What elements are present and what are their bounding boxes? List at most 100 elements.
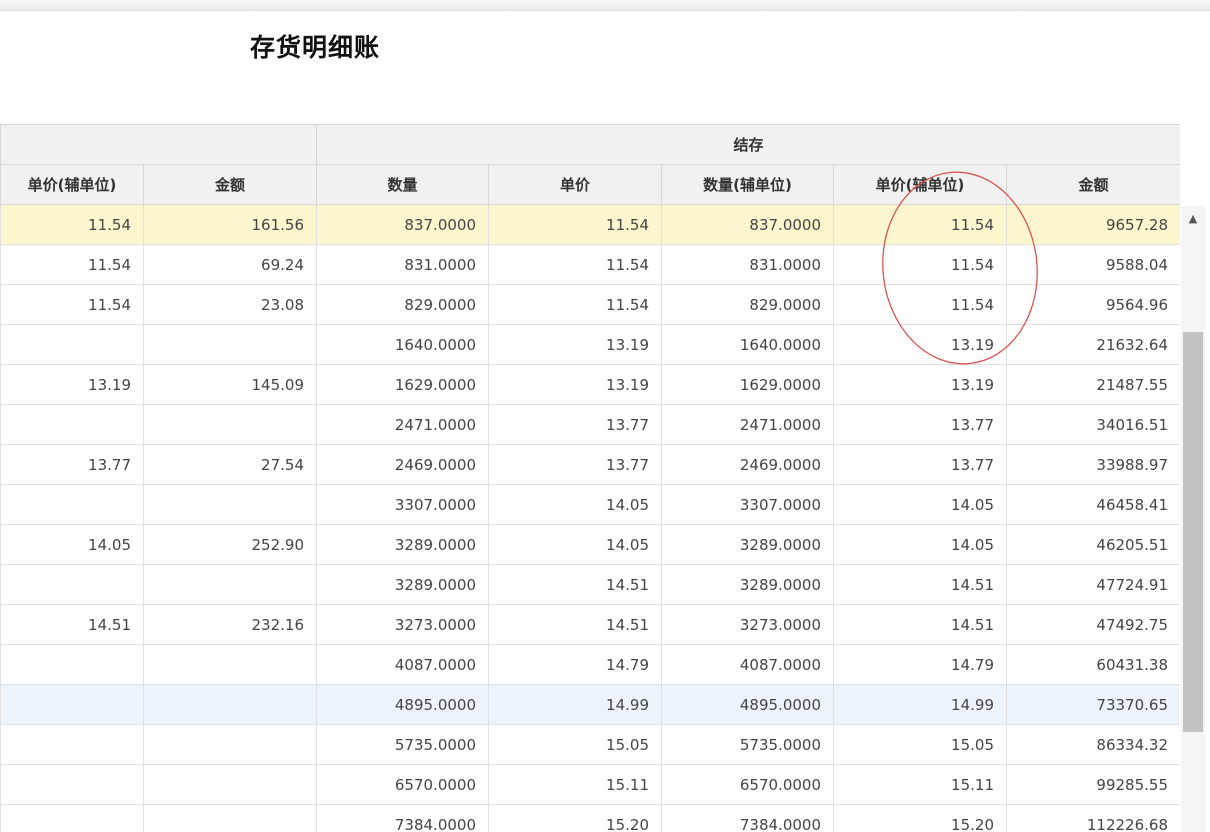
table-cell[interactable]: 15.11 (833, 764, 1007, 805)
vertical-scrollbar[interactable]: ▲ (1181, 206, 1205, 832)
table-cell[interactable]: 5735.0000 (661, 724, 834, 765)
table-cell[interactable] (0, 404, 144, 445)
table-row[interactable]: 11.54 69.24 831.0000 11.54 831.0000 11.54 9588… (0, 244, 1180, 285)
table-cell[interactable] (143, 324, 317, 365)
table-cell[interactable]: 34016.51 (1006, 404, 1180, 445)
table-cell[interactable]: 837.0000 (316, 204, 489, 245)
column-header[interactable]: 数量(辅单位) (661, 164, 834, 205)
table-cell[interactable] (143, 484, 317, 525)
table-cell[interactable]: 9657.28 (1006, 204, 1180, 245)
table-cell[interactable]: 9564.96 (1006, 284, 1180, 325)
table-cell[interactable]: 7384.0000 (661, 804, 834, 832)
table-cell[interactable]: 13.77 (833, 404, 1007, 445)
table-row[interactable]: 13.77 27.54 2469.0000 13.77 2469.0000 13.77 33… (0, 444, 1180, 485)
table-cell[interactable]: 4087.0000 (316, 644, 489, 685)
table-cell[interactable]: 1629.0000 (661, 364, 834, 405)
table-cell[interactable]: 86334.32 (1006, 724, 1180, 765)
table-cell[interactable]: 11.54 (488, 284, 662, 325)
table-cell[interactable]: 23.08 (143, 284, 317, 325)
table-row[interactable]: 5735.0000 15.05 5735.0000 15.05 86334.32 (0, 724, 1180, 765)
table-cell[interactable] (0, 764, 144, 805)
table-row[interactable]: 13.19 145.09 1629.0000 13.19 1629.0000 13.19 2… (0, 364, 1180, 405)
table-cell[interactable]: 3289.0000 (316, 524, 489, 565)
table-cell[interactable]: 9588.04 (1006, 244, 1180, 285)
table-row[interactable]: 11.54 23.08 829.0000 11.54 829.0000 11.54 9564… (0, 284, 1180, 325)
table-cell[interactable]: 3273.0000 (661, 604, 834, 645)
table-cell[interactable]: 11.54 (0, 204, 144, 245)
table-cell[interactable]: 1629.0000 (316, 364, 489, 405)
table-cell[interactable]: 2471.0000 (661, 404, 834, 445)
table-row[interactable]: 14.51 232.16 3273.0000 14.51 3273.0000 14.51 4… (0, 604, 1180, 645)
table-cell[interactable]: 46458.41 (1006, 484, 1180, 525)
table-cell[interactable] (0, 684, 144, 725)
table-cell[interactable]: 252.90 (143, 524, 317, 565)
table-cell[interactable]: 232.16 (143, 604, 317, 645)
table-cell[interactable]: 14.05 (488, 524, 662, 565)
table-cell[interactable]: 15.20 (833, 804, 1007, 832)
table-cell[interactable]: 14.05 (488, 484, 662, 525)
table-cell[interactable]: 831.0000 (661, 244, 834, 285)
table-cell[interactable]: 15.20 (488, 804, 662, 832)
table-cell[interactable] (0, 724, 144, 765)
table-cell[interactable]: 14.51 (0, 604, 144, 645)
table-cell[interactable]: 21487.55 (1006, 364, 1180, 405)
table-cell[interactable]: 14.51 (833, 564, 1007, 605)
table-cell[interactable]: 831.0000 (316, 244, 489, 285)
table-cell[interactable]: 1640.0000 (661, 324, 834, 365)
table-cell[interactable]: 14.79 (833, 644, 1007, 685)
table-cell[interactable]: 6570.0000 (661, 764, 834, 805)
table-cell[interactable]: 13.19 (833, 364, 1007, 405)
table-cell[interactable]: 11.54 (0, 244, 144, 285)
scroll-thumb[interactable] (1183, 332, 1203, 732)
table-cell[interactable]: 69.24 (143, 244, 317, 285)
table-cell[interactable]: 3289.0000 (661, 524, 834, 565)
table-cell[interactable]: 14.99 (833, 684, 1007, 725)
column-header[interactable]: 金额 (143, 164, 317, 205)
table-cell[interactable] (143, 564, 317, 605)
table-cell[interactable]: 14.51 (833, 604, 1007, 645)
table-cell[interactable]: 14.05 (0, 524, 144, 565)
table-cell[interactable]: 15.05 (488, 724, 662, 765)
table-cell[interactable]: 15.11 (488, 764, 662, 805)
table-cell[interactable] (143, 684, 317, 725)
table-cell[interactable]: 3289.0000 (661, 564, 834, 605)
table-cell[interactable] (143, 404, 317, 445)
table-cell[interactable]: 14.51 (488, 604, 662, 645)
table-cell[interactable]: 7384.0000 (316, 804, 489, 832)
table-cell[interactable]: 46205.51 (1006, 524, 1180, 565)
table-cell[interactable]: 11.54 (833, 244, 1007, 285)
table-cell[interactable]: 11.54 (488, 244, 662, 285)
table-cell[interactable]: 2469.0000 (661, 444, 834, 485)
table-cell[interactable]: 33988.97 (1006, 444, 1180, 485)
table-cell[interactable]: 14.79 (488, 644, 662, 685)
table-cell[interactable] (0, 644, 144, 685)
table-row[interactable]: 11.54 161.56 837.0000 11.54 837.0000 11.54 965… (0, 204, 1180, 245)
table-cell[interactable]: 145.09 (143, 364, 317, 405)
table-cell[interactable]: 829.0000 (316, 284, 489, 325)
table-row[interactable]: 2471.0000 13.77 2471.0000 13.77 34016.51 (0, 404, 1180, 445)
table-cell[interactable]: 2469.0000 (316, 444, 489, 485)
table-cell[interactable] (143, 644, 317, 685)
table-cell[interactable]: 3307.0000 (316, 484, 489, 525)
table-cell[interactable]: 5735.0000 (316, 724, 489, 765)
table-cell[interactable]: 11.54 (833, 204, 1007, 245)
column-header[interactable]: 单价(辅单位) (833, 164, 1007, 205)
table-row[interactable]: 6570.0000 15.11 6570.0000 15.11 99285.55 (0, 764, 1180, 805)
table-cell[interactable]: 73370.65 (1006, 684, 1180, 725)
table-row[interactable]: 3289.0000 14.51 3289.0000 14.51 47724.91 (0, 564, 1180, 605)
table-cell[interactable]: 14.51 (488, 564, 662, 605)
table-cell[interactable] (143, 724, 317, 765)
table-cell[interactable]: 3307.0000 (661, 484, 834, 525)
table-cell[interactable] (143, 764, 317, 805)
table-row[interactable]: 3307.0000 14.05 3307.0000 14.05 46458.41 (0, 484, 1180, 525)
table-cell[interactable]: 11.54 (488, 204, 662, 245)
table-cell[interactable]: 13.77 (0, 444, 144, 485)
column-header[interactable]: 单价 (488, 164, 662, 205)
table-cell[interactable]: 13.77 (488, 404, 662, 445)
table-cell[interactable]: 161.56 (143, 204, 317, 245)
table-cell[interactable]: 27.54 (143, 444, 317, 485)
table-cell[interactable]: 837.0000 (661, 204, 834, 245)
table-cell[interactable]: 13.77 (488, 444, 662, 485)
table-cell[interactable]: 13.77 (833, 444, 1007, 485)
column-header[interactable]: 金额 (1006, 164, 1180, 205)
